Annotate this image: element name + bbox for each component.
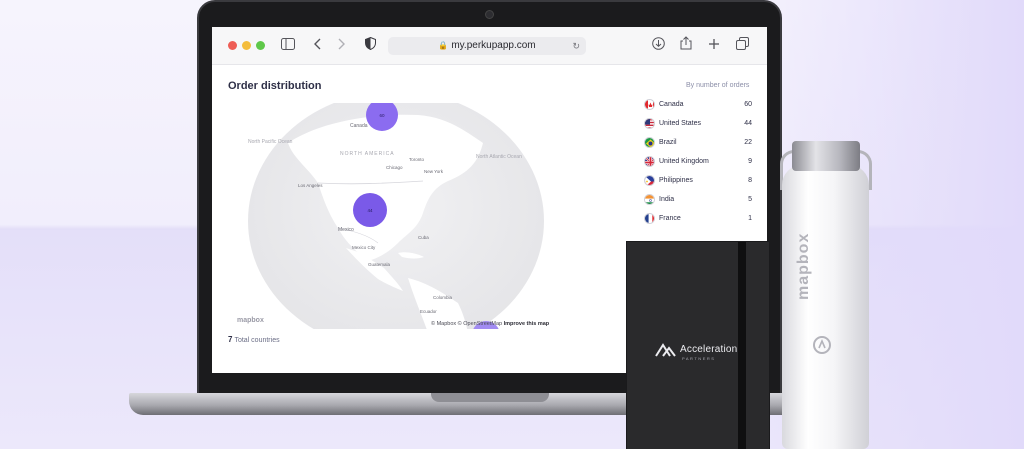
- cluster-united-states[interactable]: 44: [353, 193, 387, 227]
- map-label-los-angeles: Los Angeles: [298, 183, 323, 188]
- laptop-notch: [431, 393, 549, 402]
- map-label-toronto: Toronto: [409, 157, 425, 162]
- country-count: 5: [748, 196, 752, 203]
- country-count: 22: [744, 139, 752, 146]
- map-label-mexico-city: Mexico City: [352, 245, 376, 250]
- total-countries: 7 Total countries: [228, 335, 280, 344]
- url-text: my.perkupapp.com: [451, 40, 536, 51]
- forward-icon[interactable]: [332, 36, 350, 54]
- lock-icon: 🔒: [438, 41, 449, 50]
- share-icon[interactable]: [677, 36, 695, 54]
- country-name: Canada: [659, 101, 684, 108]
- bottle-cap: [792, 141, 860, 171]
- camera-icon: [485, 10, 494, 19]
- map-label-mexico: Mexico: [338, 227, 354, 233]
- total-count: 7: [228, 335, 233, 344]
- country-name: Brazil: [659, 139, 677, 146]
- shield-icon[interactable]: [361, 36, 379, 54]
- address-bar[interactable]: 🔒 my.perkupapp.com ↻: [388, 37, 586, 55]
- sort-label[interactable]: By number of orders: [686, 82, 749, 89]
- list-item[interactable]: Philippines 8: [644, 175, 752, 194]
- country-count: 1: [748, 215, 752, 222]
- tabs-icon[interactable]: [733, 36, 751, 54]
- page-title: Order distribution: [228, 80, 322, 92]
- map-label-continent: NORTH AMERICA: [340, 151, 395, 157]
- sidebar-icon[interactable]: [279, 36, 297, 54]
- total-label: Total countries: [234, 337, 280, 344]
- acceleration-logo-icon: [655, 343, 676, 357]
- back-icon[interactable]: [309, 36, 327, 54]
- bottle: [782, 165, 869, 449]
- map-label-ecuador: Ecuador: [420, 309, 437, 314]
- us-flag-icon: [644, 118, 655, 129]
- map-label-canada: Canada: [350, 123, 368, 129]
- order-map[interactable]: North Pacific Ocean North Atlantic Ocean…: [228, 103, 563, 329]
- uk-flag-icon: [644, 156, 655, 167]
- map-label-guatemala: Guatemala: [368, 262, 391, 267]
- map-label-new-york: New York: [424, 169, 444, 174]
- improve-map-link[interactable]: Improve this map: [504, 321, 550, 327]
- notebook-brand-sub: PARTNERS: [682, 356, 716, 361]
- map-label-colombia: Colombia: [433, 295, 453, 300]
- browser-toolbar: 🔒 my.perkupapp.com ↻: [212, 27, 767, 65]
- list-item[interactable]: France 1: [644, 213, 752, 232]
- cluster-label: 60: [379, 113, 385, 118]
- cluster-label: 44: [367, 208, 373, 213]
- download-icon[interactable]: [649, 36, 667, 54]
- minimize-window-button[interactable]: [242, 41, 251, 50]
- mapbox-logo-icon: [813, 336, 831, 354]
- country-name: United Kingdom: [659, 158, 709, 165]
- maximize-window-button[interactable]: [256, 41, 265, 50]
- list-item[interactable]: India 5: [644, 194, 752, 213]
- mapbox-logo[interactable]: mapbox: [237, 317, 264, 324]
- notebook-brand: Acceleration: [680, 344, 738, 355]
- map-label-ocean-right: North Atlantic Ocean: [476, 154, 522, 160]
- map-attribution: © Mapbox © OpenStreetMap Improve this ma…: [431, 321, 549, 327]
- country-count: 8: [748, 177, 752, 184]
- brazil-flag-icon: [644, 137, 655, 148]
- attribution-text[interactable]: © Mapbox © OpenStreetMap: [431, 321, 502, 327]
- country-count: 60: [744, 101, 752, 108]
- close-window-button[interactable]: [228, 41, 237, 50]
- canada-flag-icon: [644, 99, 655, 110]
- notebook-band: [738, 242, 746, 449]
- reload-icon[interactable]: ↻: [572, 37, 580, 55]
- map-label-ocean-left: North Pacific Ocean: [248, 139, 293, 145]
- france-flag-icon: [644, 213, 655, 224]
- new-tab-icon[interactable]: [705, 36, 723, 54]
- list-item[interactable]: United Kingdom 9: [644, 156, 752, 175]
- list-item[interactable]: Canada 60: [644, 99, 752, 118]
- country-name: Philippines: [659, 177, 693, 184]
- list-item[interactable]: Brazil 22: [644, 137, 752, 156]
- country-name: United States: [659, 120, 702, 127]
- bottle-brand: mapbox: [795, 232, 812, 300]
- country-name: India: [659, 196, 675, 203]
- list-item[interactable]: United States 44: [644, 118, 752, 137]
- country-name: France: [659, 215, 681, 222]
- map-label-chicago: Chicago: [386, 165, 403, 170]
- country-count: 44: [744, 120, 752, 127]
- philippines-flag-icon: [644, 175, 655, 186]
- country-count: 9: [748, 158, 752, 165]
- map-label-cuba: Cuba: [418, 235, 429, 240]
- india-flag-icon: [644, 194, 655, 205]
- country-list: Canada 60 United States 44 Brazil 22 Uni…: [644, 99, 752, 232]
